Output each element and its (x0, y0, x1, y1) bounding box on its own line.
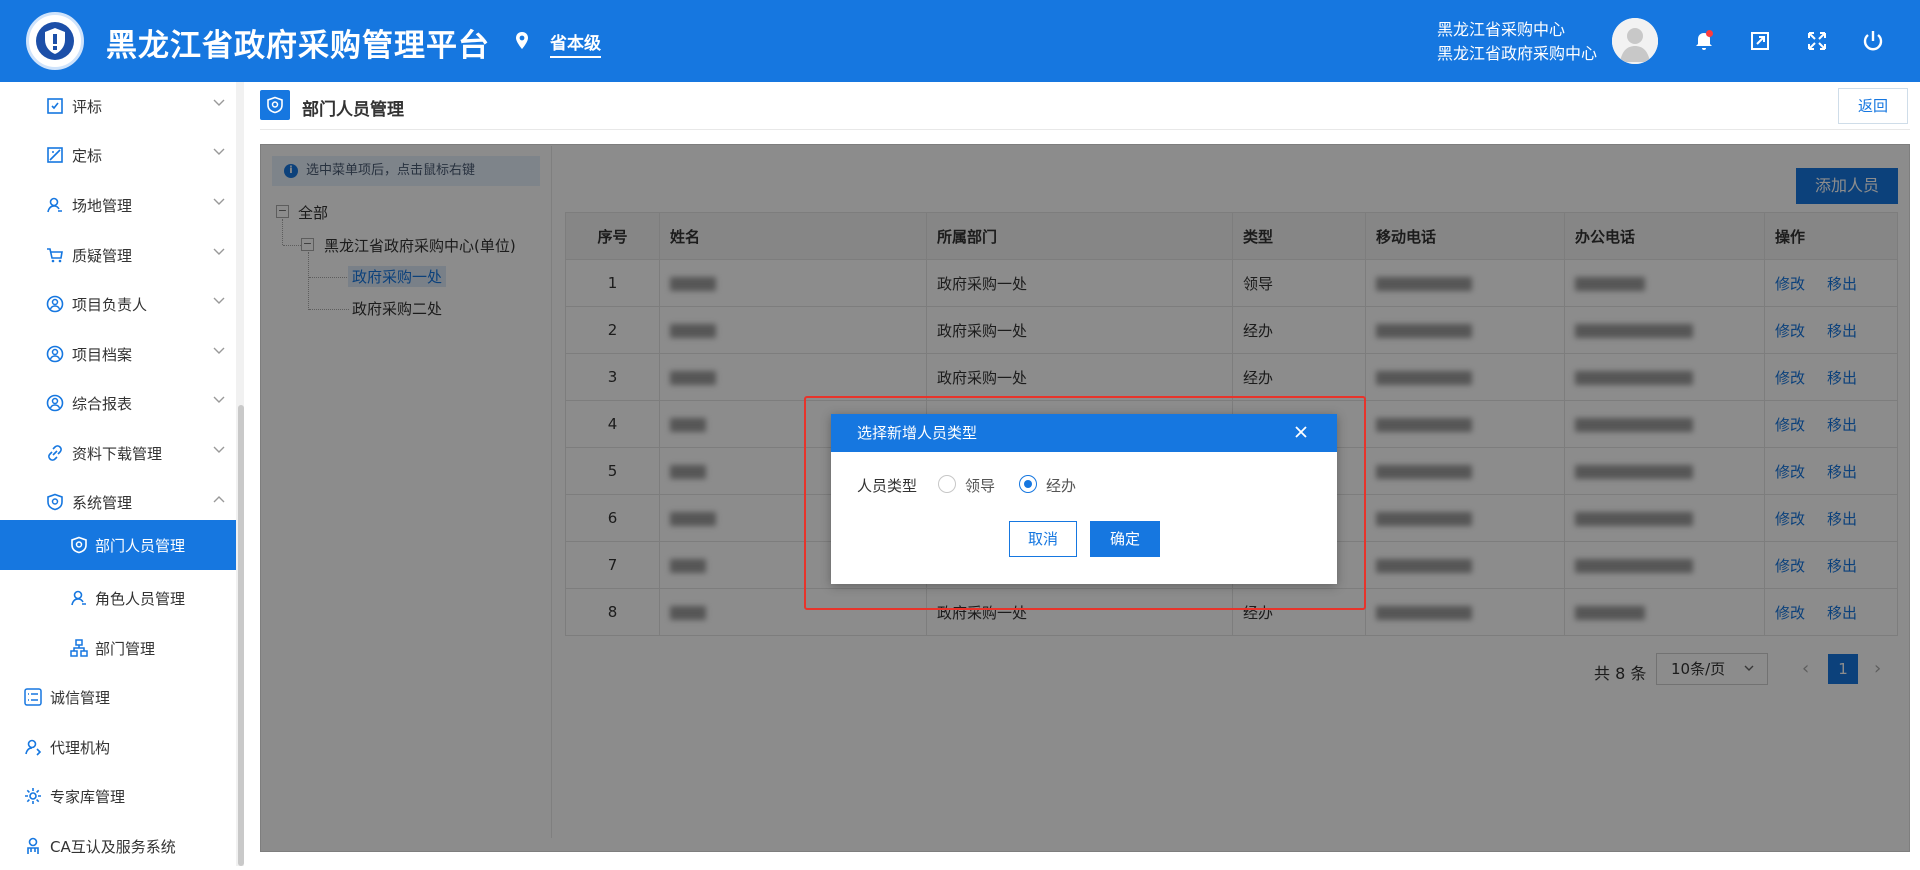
sidebar-subitem-label: 角色人员管理 (95, 590, 186, 608)
sidebar-subitem-label: 部门人员管理 (95, 537, 186, 555)
user-org-line2: 黑龙江省政府采购中心 (1437, 44, 1598, 63)
sidebar-scrollbar-thumb[interactable] (238, 405, 244, 866)
chevron-up-icon (213, 496, 225, 503)
sidebar-item-label: 项目负责人 (72, 296, 148, 314)
page-header: 部门人员管理 (260, 88, 1910, 130)
notification-dot (1706, 30, 1713, 37)
sidebar-item-label: 诚信管理 (50, 689, 111, 707)
user-circle-icon (46, 345, 64, 363)
sidebar-item-label: 综合报表 (72, 395, 133, 413)
org-chart-icon (70, 639, 88, 657)
sidebar: 评标 定标 场地管理 质疑管理 项目负责人 项目档案 综合报表 资料下载管理 系 (0, 82, 240, 866)
shield-user-icon (267, 96, 283, 114)
region-selector[interactable]: 省本级 (550, 29, 601, 58)
dialog-header: 选择新增人员类型 (831, 414, 1337, 452)
agency-icon (25, 739, 42, 756)
sidebar-item-dept-staff[interactable]: 部门人员管理 (0, 520, 236, 570)
sidebar-item-project-archive[interactable]: 项目档案 (0, 330, 236, 378)
avatar-icon (1612, 18, 1658, 64)
sidebar-item-award[interactable]: 定标 (0, 131, 236, 179)
chevron-down-icon (213, 198, 225, 205)
shield-icon (47, 493, 63, 511)
chevron-down-icon (213, 248, 225, 255)
bell-icon[interactable] (1692, 29, 1716, 53)
sidebar-item-label: 评标 (72, 98, 103, 116)
sidebar-item-dept-manage[interactable]: 部门管理 (0, 624, 236, 672)
sidebar-item-role-staff[interactable]: 角色人员管理 (0, 574, 236, 622)
sidebar-subitem-label: 部门管理 (95, 640, 156, 658)
close-icon[interactable] (1293, 424, 1309, 440)
chevron-down-icon (213, 347, 225, 354)
confirm-button[interactable]: 确定 (1090, 521, 1160, 557)
chevron-down-icon (213, 297, 225, 304)
list-icon (24, 688, 42, 706)
sidebar-item-label: 专家库管理 (50, 788, 126, 806)
radio-handler[interactable] (1019, 475, 1037, 493)
shield-user-icon (71, 536, 87, 554)
award-icon (47, 147, 63, 163)
user-circle-icon (46, 295, 64, 313)
sidebar-item-reports[interactable]: 综合报表 (0, 379, 236, 427)
sidebar-item-label: 代理机构 (50, 739, 111, 757)
back-button[interactable]: 返回 (1838, 88, 1908, 124)
cancel-button[interactable]: 取消 (1009, 521, 1077, 557)
radio-leader[interactable] (938, 475, 956, 493)
chevron-down-icon (213, 396, 225, 403)
shield-logo-icon (45, 28, 65, 54)
sidebar-item-label: 定标 (72, 147, 103, 165)
chevron-down-icon (213, 99, 225, 106)
sidebar-item-downloads[interactable]: 资料下载管理 (0, 429, 236, 477)
power-icon[interactable] (1861, 29, 1885, 53)
avatar[interactable] (1612, 18, 1658, 64)
user-circle-icon (46, 394, 64, 412)
top-header: 黑龙江省政府采购管理平台 省本级 黑龙江省采购中心 黑龙江省政府采购中心 (0, 0, 1920, 82)
gear-icon (25, 788, 41, 804)
ca-icon (27, 837, 39, 854)
sidebar-item-agency[interactable]: 代理机构 (0, 723, 236, 771)
sidebar-item-system[interactable]: 系统管理 (0, 478, 236, 526)
field-label: 人员类型 (857, 477, 918, 495)
user-info: 黑龙江省采购中心 黑龙江省政府采购中心 (1437, 18, 1597, 66)
sidebar-item-label: CA互认及服务系统 (50, 838, 176, 856)
sidebar-item-label: 系统管理 (72, 494, 133, 512)
user-role-icon (71, 590, 86, 606)
logo (26, 12, 84, 70)
add-staff-type-dialog: 选择新增人员类型 人员类型 领导 经办 取消 确定 (831, 414, 1337, 584)
sidebar-item-label: 质疑管理 (72, 247, 133, 265)
sidebar-item-venue[interactable]: 场地管理 (0, 181, 236, 229)
sidebar-item-label: 场地管理 (72, 197, 133, 215)
sidebar-item-experts[interactable]: 专家库管理 (0, 772, 236, 820)
dialog-title: 选择新增人员类型 (857, 424, 978, 442)
sidebar-item-label: 项目档案 (72, 346, 133, 364)
fullscreen-icon[interactable] (1805, 29, 1829, 53)
page-title: 部门人员管理 (302, 100, 404, 120)
chevron-down-icon (213, 148, 225, 155)
link-icon (48, 445, 62, 461)
sidebar-item-review[interactable]: 评标 (0, 82, 236, 130)
chevron-down-icon (213, 446, 225, 453)
location-pin-icon (516, 32, 528, 49)
radio-handler-label[interactable]: 经办 (1046, 475, 1076, 496)
sidebar-item-ca[interactable]: CA互认及服务系统 (0, 822, 236, 870)
page-icon (260, 90, 290, 120)
sidebar-item-challenge[interactable]: 质疑管理 (0, 231, 236, 279)
sidebar-item-credit[interactable]: 诚信管理 (0, 673, 236, 721)
radio-leader-label[interactable]: 领导 (965, 475, 995, 496)
user-org-line1: 黑龙江省采购中心 (1437, 20, 1566, 39)
app-title: 黑龙江省政府采购管理平台 (106, 28, 490, 64)
cart-icon (47, 248, 63, 263)
review-icon (47, 98, 63, 114)
venue-icon (47, 197, 62, 213)
sidebar-item-label: 资料下载管理 (72, 445, 163, 463)
sidebar-item-project-leader[interactable]: 项目负责人 (0, 280, 236, 328)
export-icon[interactable] (1748, 29, 1772, 53)
